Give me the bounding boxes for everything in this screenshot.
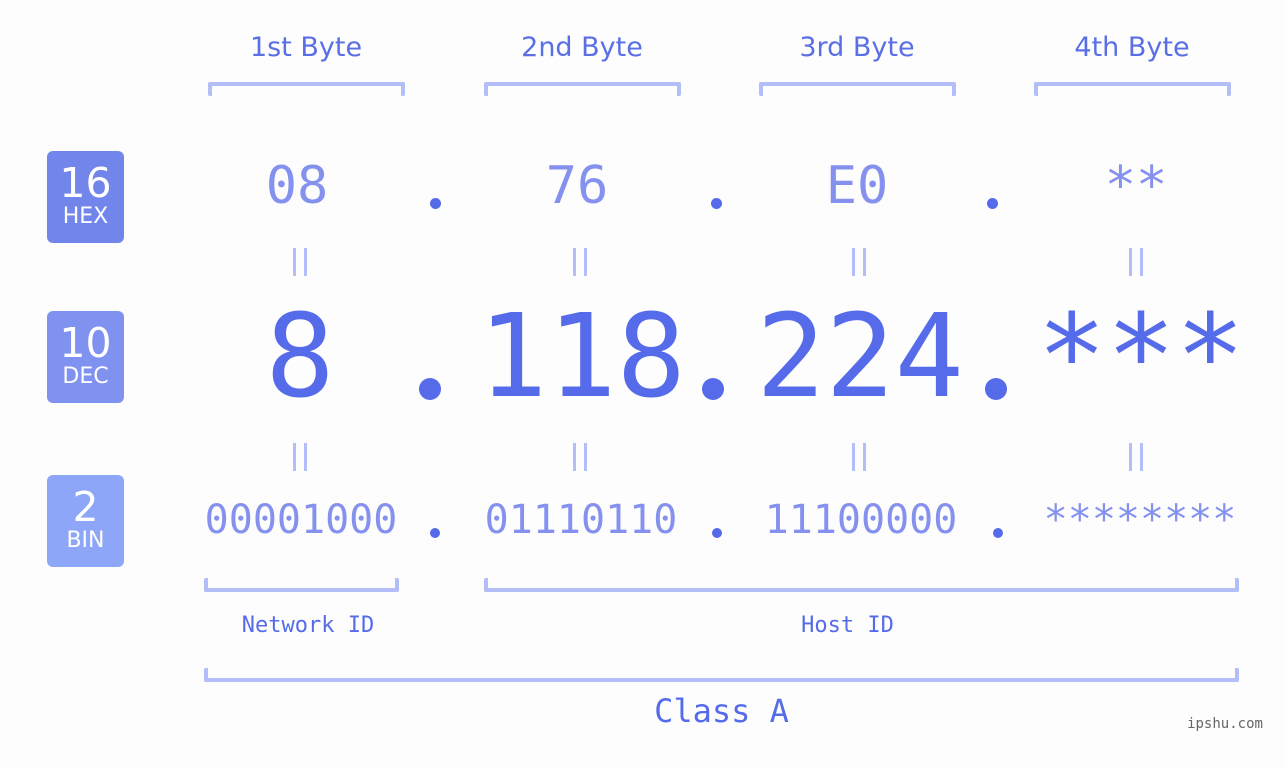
hex-dot-2 [711, 198, 722, 209]
dec-byte-2: 118 [478, 290, 686, 424]
bin-badge-number: 2 [72, 483, 99, 531]
byte-bracket-4 [1034, 82, 1231, 96]
hex-dot-3 [987, 198, 998, 209]
bin-byte-2: 01110110 [484, 497, 678, 543]
dec-byte-3: 224 [756, 290, 964, 424]
equals-marker [1129, 443, 1143, 471]
equals-marker [1129, 248, 1143, 276]
equals-marker [293, 248, 307, 276]
dec-badge-number: 10 [59, 319, 112, 367]
host-id-label: Host ID [801, 613, 894, 638]
dec-byte-1: 8 [265, 290, 335, 424]
byte-bracket-2 [484, 82, 681, 96]
bin-byte-3: 11100000 [764, 497, 958, 543]
dec-badge-label: DEC [62, 364, 109, 389]
equals-marker [852, 248, 866, 276]
hex-byte-3: E0 [825, 156, 889, 216]
hex-byte-1: 08 [265, 156, 329, 216]
byte-header-4: 4th Byte [1074, 32, 1190, 63]
dec-dot-3 [985, 378, 1007, 400]
hex-byte-4: ** [1104, 156, 1168, 216]
byte-header-3: 3rd Byte [799, 32, 915, 63]
bin-badge: 2 BIN [47, 475, 124, 567]
hex-badge-number: 16 [59, 159, 112, 207]
dec-dot-2 [702, 378, 724, 400]
bin-dot-2 [712, 528, 722, 538]
equals-marker [293, 443, 307, 471]
bin-byte-1: 00001000 [204, 497, 398, 543]
hex-badge: 16 HEX [47, 151, 124, 243]
dec-dot-1 [419, 378, 441, 400]
bin-byte-4: ******** [1043, 497, 1237, 543]
byte-bracket-1 [208, 82, 405, 96]
class-bracket [204, 668, 1239, 682]
bin-dot-3 [993, 528, 1003, 538]
hex-byte-2: 76 [545, 156, 609, 216]
network-id-bracket [204, 578, 399, 592]
watermark: ipshu.com [1187, 716, 1263, 732]
bin-badge-label: BIN [66, 528, 105, 553]
hex-badge-label: HEX [62, 204, 109, 229]
byte-header-2: 2nd Byte [521, 32, 643, 63]
byte-header-1: 1st Byte [249, 32, 363, 63]
class-label: Class A [654, 692, 789, 730]
host-id-bracket [484, 578, 1239, 592]
network-id-label: Network ID [241, 613, 375, 638]
equals-marker [852, 443, 866, 471]
hex-dot-1 [430, 198, 441, 209]
bin-dot-1 [430, 528, 440, 538]
equals-marker [573, 443, 587, 471]
dec-byte-4: *** [1037, 290, 1245, 424]
equals-marker [573, 248, 587, 276]
dec-badge: 10 DEC [47, 311, 124, 403]
byte-bracket-3 [759, 82, 956, 96]
